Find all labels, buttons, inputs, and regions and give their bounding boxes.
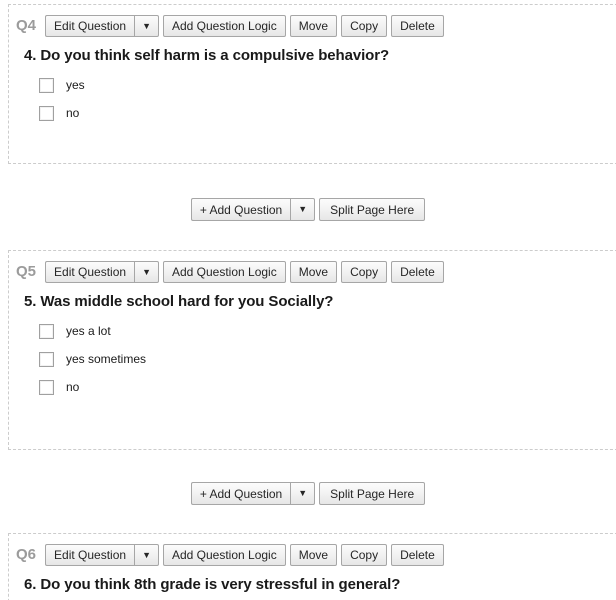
question-toolbar-q4: Q4 Edit Question ▼ Add Question Logic Mo… [9,5,616,37]
question-toolbar-q6: Q6 Edit Question ▼ Add Question Logic Mo… [9,534,616,566]
add-question-separator-2: + Add Question ▼ Split Page Here [0,482,616,505]
chevron-down-icon: ▼ [298,489,307,498]
choice-label: yes [66,78,85,93]
question-choices-q5: yes a lot yes sometimes no [9,311,616,399]
choice-label: yes a lot [66,324,111,339]
checkbox-icon[interactable] [39,352,54,367]
question-heading: 4. Do you think self harm is a compulsiv… [9,37,616,65]
add-question-logic-button[interactable]: Add Question Logic [163,544,286,566]
edit-question-dropdown-button[interactable]: ▼ [134,15,159,37]
edit-question-button[interactable]: Edit Question [45,261,134,283]
delete-question-button[interactable]: Delete [391,544,444,566]
move-question-button[interactable]: Move [290,15,337,37]
copy-question-button[interactable]: Copy [341,261,387,283]
edit-question-dropdown-button[interactable]: ▼ [134,261,159,283]
question-toolbar-q5: Q5 Edit Question ▼ Add Question Logic Mo… [9,251,616,283]
copy-question-button[interactable]: Copy [341,15,387,37]
add-question-dropdown-button[interactable]: ▼ [290,198,315,221]
question-id-label: Q4 [16,15,36,37]
question-actions-q6: Edit Question ▼ Add Question Logic Move … [45,544,444,566]
add-question-logic-button[interactable]: Add Question Logic [163,15,286,37]
add-question-button[interactable]: + Add Question [191,198,290,221]
chevron-down-icon: ▼ [298,205,307,214]
question-choices-q4: yes no [9,65,616,125]
choice-row[interactable]: yes [39,73,616,97]
move-question-button[interactable]: Move [290,261,337,283]
choice-label: no [66,106,79,121]
choice-row[interactable]: yes sometimes [39,347,616,371]
delete-question-button[interactable]: Delete [391,261,444,283]
move-question-button[interactable]: Move [290,544,337,566]
checkbox-icon[interactable] [39,78,54,93]
copy-question-button[interactable]: Copy [341,544,387,566]
edit-question-button[interactable]: Edit Question [45,544,134,566]
split-page-here-button[interactable]: Split Page Here [319,482,425,505]
add-question-logic-button[interactable]: Add Question Logic [163,261,286,283]
choice-label: no [66,380,79,395]
edit-question-dropdown-button[interactable]: ▼ [134,544,159,566]
question-block-q5: Q5 Edit Question ▼ Add Question Logic Mo… [8,250,616,450]
question-id-label: Q6 [16,544,36,566]
delete-question-button[interactable]: Delete [391,15,444,37]
checkbox-icon[interactable] [39,324,54,339]
question-heading: 6. Do you think 8th grade is very stress… [9,566,616,594]
survey-editor-page: Q4 Edit Question ▼ Add Question Logic Mo… [0,0,616,600]
add-question-separator-1: + Add Question ▼ Split Page Here [0,198,616,221]
choice-row[interactable]: yes a lot [39,319,616,343]
question-heading: 5. Was middle school hard for you Social… [9,283,616,311]
question-actions-q4: Edit Question ▼ Add Question Logic Move … [45,15,444,37]
checkbox-icon[interactable] [39,380,54,395]
split-page-here-button[interactable]: Split Page Here [319,198,425,221]
checkbox-icon[interactable] [39,106,54,121]
add-question-group: + Add Question ▼ Split Page Here [191,198,425,221]
chevron-down-icon: ▼ [142,22,151,31]
choice-row[interactable]: no [39,101,616,125]
chevron-down-icon: ▼ [142,551,151,560]
add-question-button[interactable]: + Add Question [191,482,290,505]
question-block-q6: Q6 Edit Question ▼ Add Question Logic Mo… [8,533,616,600]
edit-question-button[interactable]: Edit Question [45,15,134,37]
question-id-label: Q5 [16,261,36,283]
question-block-q4: Q4 Edit Question ▼ Add Question Logic Mo… [8,4,616,164]
choice-label: yes sometimes [66,352,146,367]
chevron-down-icon: ▼ [142,268,151,277]
add-question-dropdown-button[interactable]: ▼ [290,482,315,505]
question-actions-q5: Edit Question ▼ Add Question Logic Move … [45,261,444,283]
add-question-group: + Add Question ▼ Split Page Here [191,482,425,505]
choice-row[interactable]: no [39,375,616,399]
